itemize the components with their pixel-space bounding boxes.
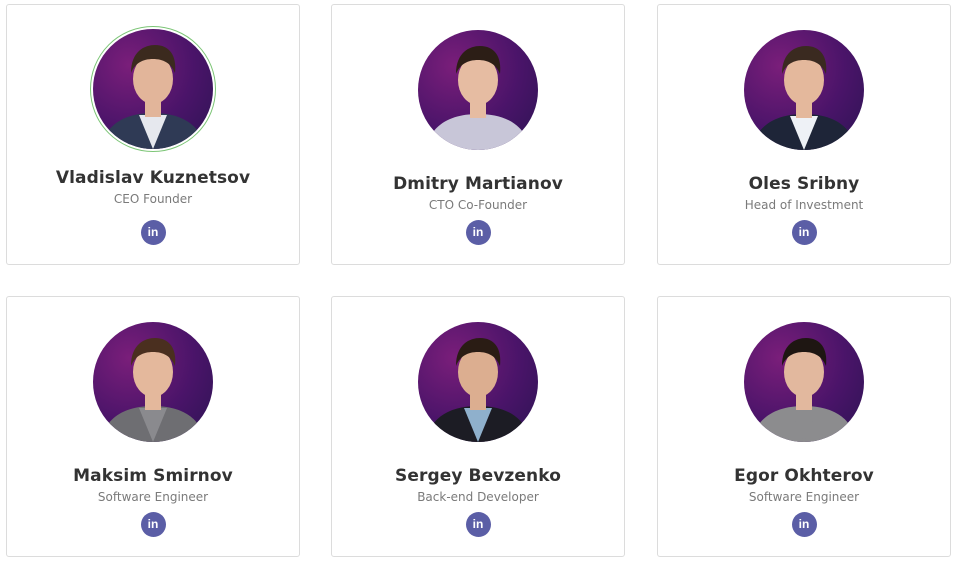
avatar-frame xyxy=(90,26,216,152)
avatar-frame xyxy=(744,30,864,150)
person-photo xyxy=(101,45,205,149)
team-member-card: Oles Sribny Head of Investment in xyxy=(657,4,951,265)
team-member-card: Sergey Bevzenko Back-end Developer in xyxy=(331,296,625,557)
member-name: Dmitry Martianov xyxy=(393,174,563,194)
person-photo xyxy=(101,338,205,442)
member-name: Egor Okhterov xyxy=(734,466,874,486)
member-role: Software Engineer xyxy=(97,490,209,504)
member-role: Back-end Developer xyxy=(417,490,539,504)
person-photo xyxy=(426,46,530,150)
avatar xyxy=(418,30,538,150)
avatar xyxy=(744,30,864,150)
member-role: CEO Founder xyxy=(113,192,193,206)
member-name: Vladislav Kuznetsov xyxy=(55,168,251,188)
person-photo xyxy=(752,46,856,150)
avatar xyxy=(93,322,213,442)
avatar xyxy=(93,29,213,149)
linkedin-icon[interactable]: in xyxy=(791,512,817,537)
member-role: CTO Co-Founder xyxy=(428,198,528,212)
avatar xyxy=(744,322,864,442)
team-member-card: Maksim Smirnov Software Engineer in xyxy=(6,296,300,557)
avatar-frame xyxy=(418,30,538,150)
team-member-card: Dmitry Martianov CTO Co-Founder in xyxy=(331,4,625,265)
team-member-card: Egor Okhterov Software Engineer in xyxy=(657,296,951,557)
linkedin-icon[interactable]: in xyxy=(465,220,491,245)
avatar xyxy=(418,322,538,442)
member-name: Oles Sribny xyxy=(748,174,860,194)
person-photo xyxy=(752,338,856,442)
avatar-frame xyxy=(93,322,213,442)
avatar-frame xyxy=(418,322,538,442)
linkedin-icon[interactable]: in xyxy=(465,512,491,537)
linkedin-icon[interactable]: in xyxy=(140,220,166,245)
member-role: Software Engineer xyxy=(748,490,860,504)
linkedin-icon[interactable]: in xyxy=(140,512,166,537)
member-name: Maksim Smirnov xyxy=(73,466,233,486)
linkedin-icon[interactable]: in xyxy=(791,220,817,245)
person-photo xyxy=(426,338,530,442)
member-name: Sergey Bevzenko xyxy=(395,466,561,486)
team-grid: Vladislav Kuznetsov CEO Founder in Dmitr… xyxy=(0,0,956,562)
team-member-card: Vladislav Kuznetsov CEO Founder in xyxy=(6,4,300,265)
member-role: Head of Investment xyxy=(744,198,864,212)
avatar-frame xyxy=(744,322,864,442)
